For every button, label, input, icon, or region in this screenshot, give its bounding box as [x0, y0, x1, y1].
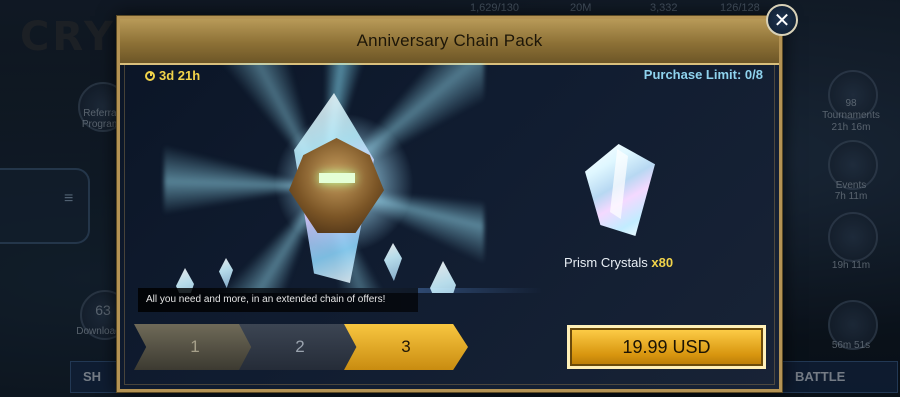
pack-tagline: All you need and more, in an extended ch…: [138, 288, 418, 312]
popup-titlebar: Anniversary Chain Pack: [120, 19, 779, 65]
chain-steps: 1 2 3: [134, 324, 474, 370]
popup-title: Anniversary Chain Pack: [356, 31, 543, 50]
offer-timer-value: 3d 21h: [159, 68, 201, 83]
chain-step-2[interactable]: 2: [239, 324, 361, 370]
chain-step-3[interactable]: 3: [344, 324, 468, 370]
pack-artwork: [124, 63, 544, 293]
chain-pack-popup: Anniversary Chain Pack 3d 21h Purchase L…: [117, 16, 782, 392]
reward-label: Prism Crystals x80: [564, 255, 673, 270]
reward-name: Prism Crystals: [564, 255, 648, 270]
buy-button[interactable]: 19.99 USD: [567, 325, 766, 369]
purchase-limit: Purchase Limit: 0/8: [643, 67, 763, 82]
clock-icon: [145, 71, 155, 81]
helmet-visor-glow: [319, 173, 355, 183]
chain-step-1[interactable]: 1: [134, 324, 256, 370]
offer-timer: 3d 21h: [145, 68, 200, 83]
reward-quantity: x80: [651, 255, 674, 270]
close-button[interactable]: ✕: [766, 4, 798, 36]
